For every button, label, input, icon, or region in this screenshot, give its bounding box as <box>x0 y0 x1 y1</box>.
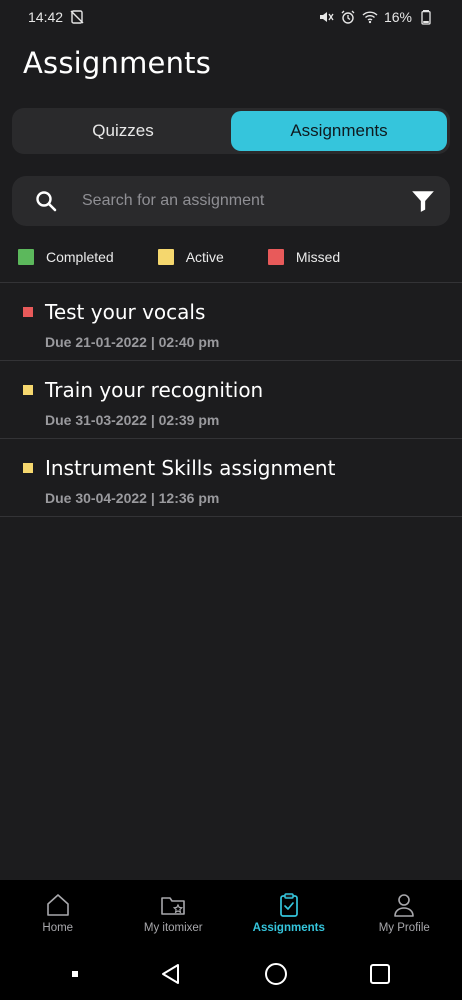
legend-label: Completed <box>46 249 114 265</box>
assignment-due: Due 30-04-2022 | 12:36 pm <box>45 490 220 506</box>
system-nav-bar <box>0 948 462 1000</box>
nav-label: Assignments <box>252 922 325 934</box>
assignment-due: Due 21-01-2022 | 02:40 pm <box>45 334 220 350</box>
nav-home[interactable]: Home <box>0 880 116 948</box>
tab-assignments[interactable]: Assignments <box>231 111 447 151</box>
nav-assignments[interactable]: Assignments <box>231 880 347 948</box>
search-input[interactable] <box>82 192 410 210</box>
search-bar <box>12 176 450 226</box>
legend-missed: Missed <box>267 249 341 265</box>
nav-label: My Profile <box>378 922 430 934</box>
search-icon[interactable] <box>34 189 58 213</box>
nav-label: My itomixer <box>143 922 203 934</box>
recent-dot-icon[interactable] <box>70 969 80 979</box>
legend-active: Active <box>157 249 224 265</box>
legend-completed: Completed <box>18 249 114 265</box>
profile-icon <box>394 894 415 917</box>
home-circle-icon[interactable] <box>263 961 289 987</box>
assignment-title: Instrument Skills assignment <box>45 456 336 480</box>
dnd-off-icon <box>69 9 85 25</box>
nav-my-profile[interactable]: My Profile <box>347 880 462 948</box>
clipboard-check-icon <box>279 893 298 917</box>
legend-swatch-active <box>157 249 174 265</box>
status-dot-missed <box>23 307 33 317</box>
back-icon[interactable] <box>159 962 183 986</box>
list-item[interactable]: Train your recognition Due 31-03-2022 | … <box>0 361 462 439</box>
legend-label: Active <box>185 249 224 265</box>
nav-label: Home <box>42 922 74 934</box>
filter-icon[interactable] <box>410 188 436 214</box>
home-icon <box>46 894 69 916</box>
assignment-title: Test your vocals <box>45 300 206 324</box>
bottom-nav: Home My itomixer Assignments My Profile <box>0 880 462 948</box>
legend-swatch-missed <box>267 249 284 265</box>
legend-label: Missed <box>295 249 341 265</box>
status-dot-active <box>23 385 33 395</box>
segmented-tabs: Quizzes Assignments <box>12 108 450 154</box>
alarm-icon <box>340 9 356 25</box>
list-item[interactable]: Instrument Skills assignment Due 30-04-2… <box>0 439 462 517</box>
list-item[interactable]: Test your vocals Due 21-01-2022 | 02:40 … <box>0 283 462 361</box>
status-time: 14:42 <box>28 9 64 25</box>
mute-icon <box>318 9 334 25</box>
battery-icon <box>418 9 434 25</box>
battery-percent: 16% <box>383 9 412 25</box>
nav-my-itomixer[interactable]: My itomixer <box>116 880 232 948</box>
assignment-list: Test your vocals Due 21-01-2022 | 02:40 … <box>0 283 462 517</box>
status-legend: Completed Active Missed <box>18 248 384 266</box>
page-title: Assignments <box>23 46 212 80</box>
recents-square-icon[interactable] <box>368 962 392 986</box>
legend-swatch-completed <box>18 249 34 265</box>
status-bar: 14:42 16% <box>0 0 462 34</box>
status-dot-active <box>23 463 33 473</box>
tab-quizzes[interactable]: Quizzes <box>15 111 231 151</box>
assignment-title: Train your recognition <box>45 378 264 402</box>
assignment-due: Due 31-03-2022 | 02:39 pm <box>45 412 220 428</box>
folder-star-icon <box>161 897 186 915</box>
wifi-icon <box>362 9 378 25</box>
